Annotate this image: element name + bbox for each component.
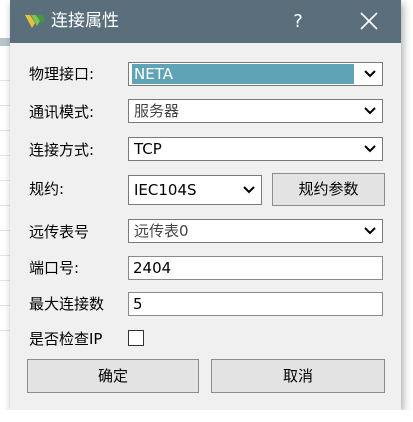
comm-mode-select[interactable]: 服务器: [128, 99, 383, 123]
connection-properties-dialog: 连接属性 ? 物理接口: NETA 通讯模式: 服务器 连接方式: TCP 规约…: [10, 0, 401, 410]
chevron-down-icon[interactable]: [360, 140, 380, 158]
max-connections-field[interactable]: [128, 292, 383, 316]
close-icon: [360, 12, 378, 30]
cancel-button[interactable]: 取消: [211, 359, 385, 393]
check-ip-checkbox[interactable]: [128, 330, 144, 346]
remote-table-label: 远传表号: [29, 223, 90, 241]
help-button[interactable]: ?: [283, 0, 313, 43]
background-window-edge-right: [401, 0, 413, 422]
protocol-params-button[interactable]: 规约参数: [272, 173, 385, 206]
protocol-select[interactable]: IEC104S: [128, 175, 262, 205]
window-title: 连接属性: [51, 11, 119, 31]
chevron-down-icon[interactable]: [360, 102, 380, 120]
comm-mode-value: 服务器: [134, 102, 180, 120]
physical-port-label: 物理接口:: [29, 65, 95, 83]
comm-mode-label: 通讯模式:: [29, 103, 95, 121]
port-number-field[interactable]: [128, 256, 383, 280]
physical-port-value: NETA: [132, 64, 354, 84]
close-button[interactable]: [346, 0, 392, 43]
conn-method-label: 连接方式:: [29, 141, 95, 159]
port-number-input[interactable]: [133, 258, 373, 278]
port-number-label: 端口号:: [29, 259, 80, 277]
chevron-down-icon[interactable]: [239, 181, 259, 199]
check-ip-label: 是否检查IP: [29, 330, 103, 348]
background-bottom: [0, 410, 413, 422]
protocol-label: 规约:: [29, 180, 65, 198]
conn-method-value: TCP: [134, 140, 162, 158]
physical-port-select[interactable]: NETA: [128, 62, 383, 86]
app-logo-icon: [24, 11, 46, 31]
max-connections-label: 最大连接数: [29, 295, 105, 313]
title-bar[interactable]: 连接属性 ?: [10, 0, 401, 43]
ok-button[interactable]: 确定: [27, 359, 199, 393]
chevron-down-icon[interactable]: [360, 65, 380, 83]
protocol-value: IEC104S: [134, 181, 197, 199]
chevron-down-icon[interactable]: [360, 222, 380, 240]
max-connections-input[interactable]: [133, 294, 373, 314]
remote-table-value: 远传表0: [134, 222, 189, 240]
conn-method-select[interactable]: TCP: [128, 137, 383, 161]
remote-table-select[interactable]: 远传表0: [128, 219, 383, 243]
